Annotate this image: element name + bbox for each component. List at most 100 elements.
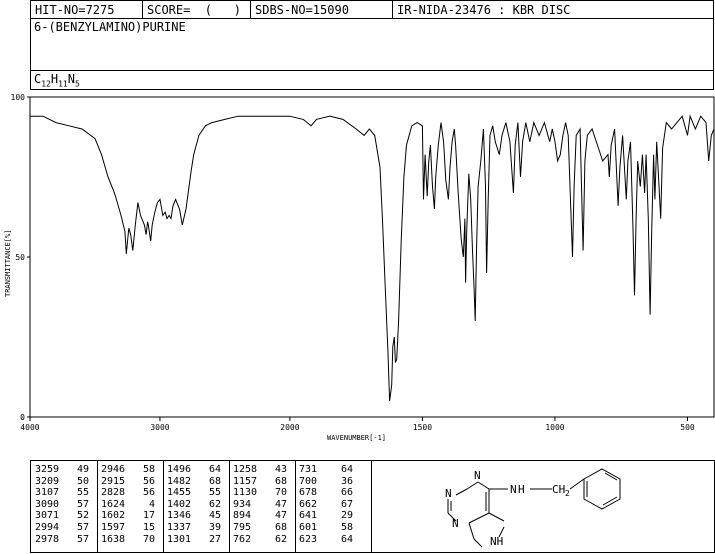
peak-transmittance: 58 — [340, 521, 353, 533]
peak-transmittance: 68 — [274, 521, 287, 533]
ir-spectrum-chart: 0 50 100 4000 3000 2000 1500 1000 500 TRANSMITT… — [4, 93, 715, 442]
peak-transmittance: 68 — [208, 475, 221, 487]
peak-transmittance: 4 — [148, 498, 155, 510]
peak-wavenumber: 678 — [299, 487, 318, 499]
peak-row: 894 47 — [233, 510, 287, 522]
peak-transmittance: 52 — [76, 510, 89, 522]
peak-transmittance: 64 — [340, 533, 353, 545]
peak-column: 1496 64 1482 68 1455 55 1402 62 1346 45 1337 39 1301… — [167, 464, 221, 545]
peak-row: 1402 62 — [167, 499, 221, 511]
peak-column: 2946 58 2915 56 2828 56 1624 4 1602 17 1597 15 1638 7… — [101, 464, 155, 545]
peak-transmittance: 50 — [76, 475, 89, 487]
peak-transmittance: 15 — [142, 521, 155, 533]
atom-amine-h: H — [518, 483, 525, 496]
peak-row: 3107 55 — [35, 487, 89, 499]
peak-transmittance: 67 — [340, 498, 353, 510]
peak-column-divider — [163, 461, 164, 552]
peak-transmittance: 43 — [274, 464, 287, 475]
y-tick-label: 50 — [15, 253, 25, 262]
peak-wavenumber: 3107 — [35, 487, 60, 499]
peak-row: 2915 56 — [101, 476, 155, 488]
peak-transmittance: 66 — [340, 487, 353, 499]
peak-wavenumber: 2828 — [101, 487, 126, 499]
peak-transmittance: 56 — [142, 487, 155, 499]
atom-ch2-subscript: 2 — [565, 489, 570, 498]
peak-transmittance: 56 — [142, 475, 155, 487]
x-tick-label: 500 — [680, 423, 695, 432]
peak-column-divider — [229, 461, 230, 552]
peak-transmittance: 17 — [142, 510, 155, 522]
peak-wavenumber: 641 — [299, 510, 318, 522]
peak-row: 2978 57 — [35, 534, 89, 546]
peak-wavenumber: 894 — [233, 510, 252, 522]
peak-transmittance: 70 — [274, 487, 287, 499]
peak-row: 1597 15 — [101, 522, 155, 534]
peak-wavenumber: 662 — [299, 498, 318, 510]
peak-wavenumber: 1602 — [101, 510, 126, 522]
x-tick-label: 1500 — [413, 423, 432, 432]
peak-transmittance: 58 — [142, 464, 155, 475]
peak-wavenumber: 2994 — [35, 521, 60, 533]
peak-wavenumber: 601 — [299, 521, 318, 533]
peak-row: 3090 57 — [35, 499, 89, 511]
peak-column-divider — [295, 461, 296, 552]
peak-wavenumber: 2915 — [101, 475, 126, 487]
peak-row: 700 36 — [299, 476, 353, 488]
peak-wavenumber: 1157 — [233, 475, 258, 487]
peak-transmittance: 47 — [274, 510, 287, 522]
peak-wavenumber: 762 — [233, 533, 252, 545]
y-axis: 0 50 100 — [11, 93, 30, 422]
x-tick-label: 1000 — [545, 423, 564, 432]
peak-row: 2828 56 — [101, 487, 155, 499]
peak-wavenumber: 1402 — [167, 498, 192, 510]
atom-n1: N — [474, 469, 481, 482]
peak-wavenumber: 1130 — [233, 487, 258, 499]
peak-row: 623 64 — [299, 534, 353, 546]
peak-transmittance: 57 — [76, 533, 89, 545]
peak-transmittance: 70 — [142, 533, 155, 545]
peak-row: 3209 50 — [35, 476, 89, 488]
peak-wavenumber: 1346 — [167, 510, 192, 522]
peak-wavenumber: 3259 — [35, 464, 60, 475]
peak-wavenumber: 795 — [233, 521, 252, 533]
y-axis-label: TRANSMITTANCE[%] — [4, 230, 12, 297]
peak-row: 1482 68 — [167, 476, 221, 488]
peak-row: 1602 17 — [101, 510, 155, 522]
peak-column: 1258 43 1157 68 1130 70 934 47 894 47 795 68 762 62 — [233, 464, 287, 545]
atom-ch2: CH — [552, 483, 565, 496]
peak-row: 1638 70 — [101, 534, 155, 546]
y-tick-label: 0 — [20, 413, 25, 422]
x-tick-label: 3000 — [150, 423, 169, 432]
peak-wavenumber: 731 — [299, 464, 318, 475]
peak-wavenumber: 1482 — [167, 475, 192, 487]
peak-row: 2946 58 — [101, 464, 155, 476]
peak-transmittance: 57 — [76, 498, 89, 510]
peak-wavenumber: 623 — [299, 533, 318, 545]
peak-row: 2994 57 — [35, 522, 89, 534]
peak-wavenumber: 1301 — [167, 533, 192, 545]
peak-transmittance: 55 — [208, 487, 221, 499]
peak-transmittance: 36 — [340, 475, 353, 487]
structure-box: N N N NH N H CH 2 — [371, 460, 715, 553]
peak-transmittance: 64 — [208, 464, 221, 475]
peak-row: 762 62 — [233, 534, 287, 546]
peak-row: 641 29 — [299, 510, 353, 522]
peak-wavenumber: 3090 — [35, 498, 60, 510]
peak-row: 1455 55 — [167, 487, 221, 499]
peak-wavenumber: 1496 — [167, 464, 192, 475]
peak-row: 1301 27 — [167, 534, 221, 546]
peak-wavenumber: 2978 — [35, 533, 60, 545]
molecule-structure: N N N NH N H CH 2 — [445, 468, 621, 548]
peak-transmittance: 62 — [208, 498, 221, 510]
peak-wavenumber: 2946 — [101, 464, 126, 475]
peak-transmittance: 45 — [208, 510, 221, 522]
peak-transmittance: 39 — [208, 521, 221, 533]
peak-transmittance: 29 — [340, 510, 353, 522]
peak-wavenumber: 700 — [299, 475, 318, 487]
peak-row: 1258 43 — [233, 464, 287, 476]
peak-row: 1496 64 — [167, 464, 221, 476]
peak-wavenumber: 1455 — [167, 487, 192, 499]
peak-row: 1624 4 — [101, 499, 155, 511]
atom-nh: NH — [490, 535, 503, 548]
peak-row: 795 68 — [233, 522, 287, 534]
